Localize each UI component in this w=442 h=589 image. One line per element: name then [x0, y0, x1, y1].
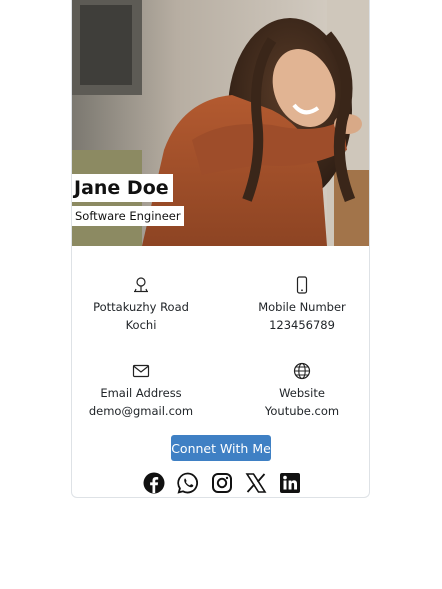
address-block: Pottakuzhy Road Kochi	[72, 276, 216, 334]
person-pin-icon	[134, 277, 148, 293]
email-block: Email Address demo@gmail.com	[72, 362, 216, 420]
linkedin-icon[interactable]	[279, 472, 301, 494]
whatsapp-icon[interactable]	[176, 472, 199, 494]
facebook-icon[interactable]	[143, 472, 165, 494]
globe-icon	[293, 362, 311, 380]
mobile-phone-icon	[296, 276, 308, 294]
email-line1: Email Address	[100, 386, 182, 400]
email-line2: demo@gmail.com	[88, 404, 194, 418]
mobile-line2: 123456789	[269, 318, 335, 332]
social-links	[72, 472, 369, 494]
profile-role: Software Engineer	[72, 206, 184, 226]
mobile-line1: Mobile Number	[258, 300, 346, 314]
website-block: Website Youtube.com	[227, 362, 369, 420]
profile-name: Jane Doe	[72, 174, 173, 202]
address-line1: Pottakuzhy Road	[93, 300, 189, 314]
profile-card: Jane Doe Software Engineer Pottakuzhy Ro…	[71, 0, 370, 498]
website-line1: Website	[279, 386, 325, 400]
mobile-block: Mobile Number 123456789	[227, 276, 369, 334]
connect-button[interactable]: Connet With Me	[171, 435, 271, 461]
envelope-icon	[132, 364, 150, 378]
instagram-icon[interactable]	[211, 472, 233, 494]
website-line2: Youtube.com	[264, 404, 340, 418]
address-line2: Kochi	[125, 318, 157, 332]
x-icon[interactable]	[245, 472, 267, 494]
